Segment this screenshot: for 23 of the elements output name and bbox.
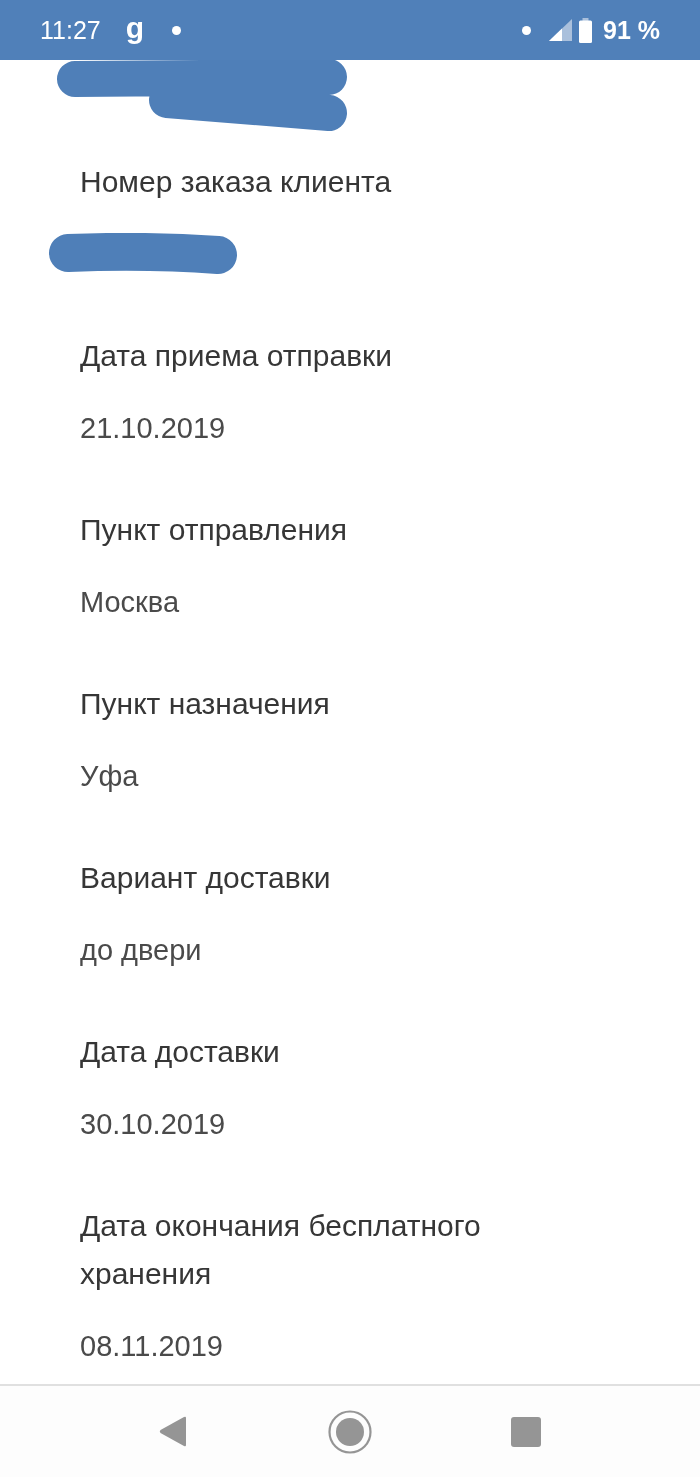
field-label: Дата окончания бесплатного хранения	[80, 1208, 482, 1292]
notification-dot-icon	[522, 25, 531, 35]
field-label: Вариант доставки	[80, 860, 332, 896]
field-value: 21.10.2019	[80, 411, 227, 446]
notification-dot-icon	[172, 25, 182, 35]
field-label: Дата приема отправки	[80, 338, 393, 374]
field-value: до двери	[80, 933, 203, 968]
field-label: Номер заказа клиента	[80, 164, 393, 200]
field-value: Москва	[80, 585, 180, 620]
field-label: Пункт назначения	[80, 686, 331, 722]
battery-icon	[579, 17, 592, 43]
status-time: 11:27	[40, 15, 101, 45]
back-icon[interactable]	[159, 1416, 187, 1447]
field-label: Пункт отправления	[80, 512, 349, 548]
recents-icon[interactable]	[511, 1416, 541, 1447]
field-value: 08.11.2019	[80, 1329, 224, 1364]
battery-percent: 91 %	[603, 15, 660, 45]
field-value: Уфа	[80, 759, 140, 794]
signal-icon	[549, 19, 572, 41]
notification-glyph: g	[125, 13, 145, 43]
field-value: 30.10.2019	[80, 1107, 227, 1142]
home-icon[interactable]	[328, 1409, 372, 1454]
field-label: Дата доставки	[80, 1034, 281, 1070]
